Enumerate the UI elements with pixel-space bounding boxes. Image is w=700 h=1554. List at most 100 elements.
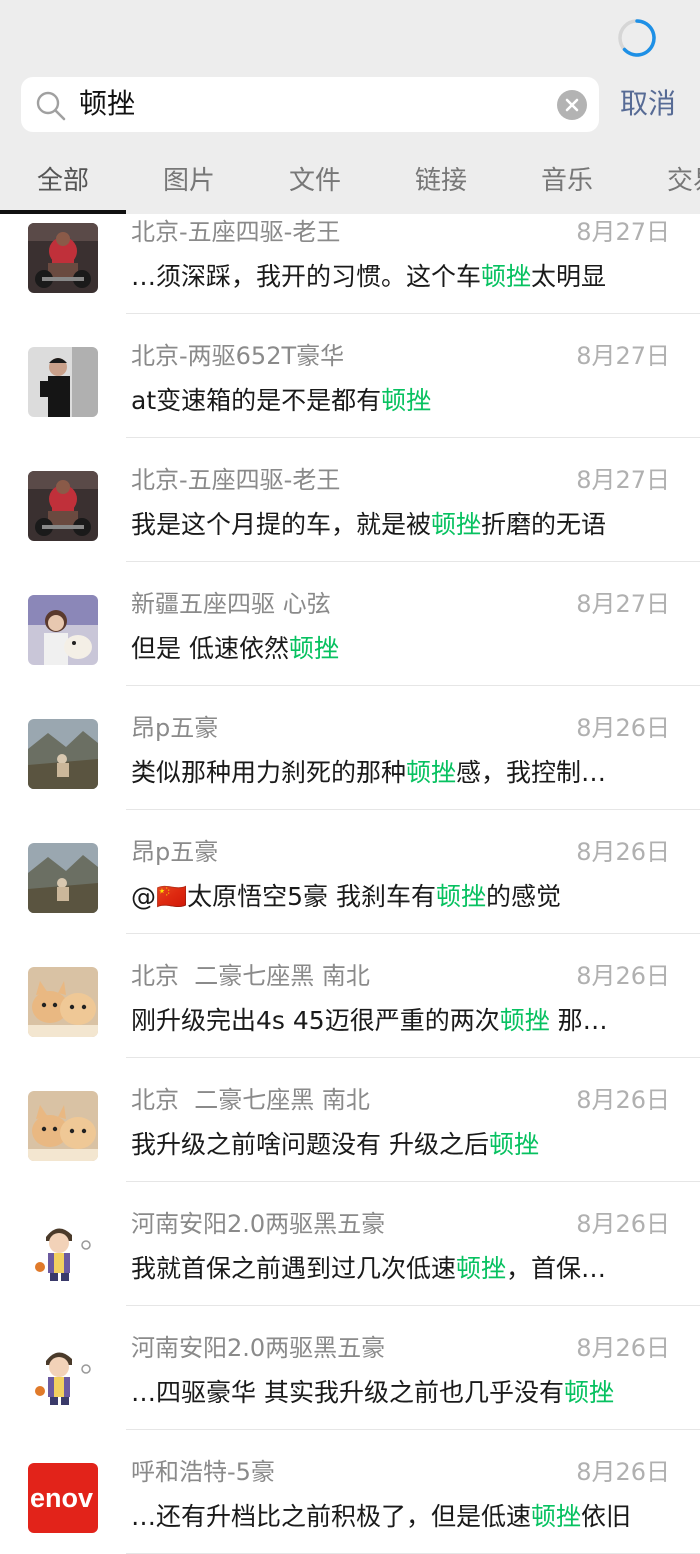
snippet-text: 依旧: [581, 1502, 632, 1531]
snippet-text: …还有升档比之前积极了，但是低速: [131, 1502, 532, 1531]
avatar: [28, 1215, 98, 1285]
message-date: 8月26日: [576, 1334, 670, 1362]
sender-name: 昂p五豪: [131, 838, 219, 866]
sender-name: 呼和浩特-5豪: [131, 1458, 275, 1486]
tab-images[interactable]: 图片: [126, 160, 252, 202]
avatar: [28, 471, 98, 541]
search-result-item[interactable]: 昂p五豪 8月26日 @🇨🇳太原悟空5豪 我刹车有顿挫的感觉: [0, 810, 700, 934]
search-result-item[interactable]: 北京 二豪七座黑 南北 8月26日刚升级完出4s 45迈很严重的两次顿挫 那…: [0, 934, 700, 1058]
tab-files[interactable]: 文件: [252, 160, 378, 202]
message-date: 8月27日: [576, 590, 670, 618]
highlighted-keyword: 顿挫: [288, 634, 339, 663]
snippet-text: at变速箱的是不是都有: [131, 386, 382, 415]
loading-spinner-icon: [618, 19, 656, 57]
avatar-logo-text: enov: [30, 1483, 94, 1513]
snippet-text: @🇨🇳太原悟空5豪 我刹车有: [131, 882, 436, 911]
snippet-text: 感，我控制…: [456, 758, 607, 787]
snippet-text: 类似那种用力刹死的那种: [131, 758, 407, 787]
message-date: 8月26日: [576, 962, 670, 990]
highlighted-keyword: 顿挫: [481, 262, 532, 291]
snippet-text: 那…: [549, 1006, 608, 1035]
sender-name: 北京-五座四驱-老王: [131, 466, 341, 494]
message-snippet: …四驱豪华 其实我升级之前也几乎没有顿挫: [131, 1376, 614, 1410]
avatar: [28, 967, 98, 1037]
message-snippet: 我就首保之前遇到过几次低速顿挫，首保…: [131, 1252, 606, 1286]
message-date: 8月26日: [576, 1458, 670, 1486]
snippet-text: 刚升级完出4s 45迈很严重的两次: [131, 1006, 500, 1035]
tab-music[interactable]: 音乐: [504, 160, 630, 202]
message-date: 8月26日: [576, 714, 670, 742]
sender-name: 新疆五座四驱 心弦: [131, 590, 331, 618]
avatar: [28, 347, 98, 417]
tab-transactions[interactable]: 交易: [630, 160, 700, 202]
search-icon: [36, 91, 66, 121]
snippet-text: …须深踩，我开的习惯。这个车: [131, 262, 482, 291]
search-result-item[interactable]: 新疆五座四驱 心弦 8月27日但是 低速依然顿挫: [0, 562, 700, 686]
tab-all[interactable]: 全部: [0, 160, 126, 202]
message-snippet: 我升级之前啥问题没有 升级之后顿挫: [131, 1128, 539, 1162]
sender-name: 昂p五豪: [131, 714, 219, 742]
message-date: 8月27日: [576, 466, 670, 494]
avatar: [28, 1339, 98, 1409]
search-result-item[interactable]: 河南安阳2.0两驱黑五豪 8月26日 …四驱豪华 其实我升级之前也几乎没有顿挫: [0, 1306, 700, 1430]
snippet-text: ，首保…: [506, 1254, 607, 1283]
snippet-text: 我升级之前啥问题没有 升级之后: [131, 1130, 489, 1159]
message-snippet: …还有升档比之前积极了，但是低速顿挫依旧: [131, 1500, 631, 1534]
avatar: [28, 223, 98, 293]
highlighted-keyword: 顿挫: [456, 1254, 507, 1283]
message-date: 8月26日: [576, 838, 670, 866]
message-date: 8月26日: [576, 1210, 670, 1238]
cancel-button[interactable]: 取消: [620, 86, 676, 122]
sender-name: 北京 二豪七座黑 南北: [131, 1086, 370, 1114]
search-input[interactable]: 顿挫: [21, 77, 599, 132]
message-date: 8月26日: [576, 1086, 670, 1114]
sender-name: 河南安阳2.0两驱黑五豪: [131, 1334, 386, 1362]
highlighted-keyword: 顿挫: [406, 758, 457, 787]
sender-name: 北京-五座四驱-老王: [131, 218, 341, 246]
highlighted-keyword: 顿挫: [431, 510, 482, 539]
message-date: 8月27日: [576, 218, 670, 246]
search-result-item[interactable]: enov 呼和浩特-5豪 8月26日 …还有升档比之前积极了，但是低速顿挫依旧: [0, 1430, 700, 1554]
highlighted-keyword: 顿挫: [531, 1502, 582, 1531]
snippet-text: 我就首保之前遇到过几次低速: [131, 1254, 457, 1283]
sender-name: 河南安阳2.0两驱黑五豪: [131, 1210, 386, 1238]
message-snippet: …须深踩，我开的习惯。这个车顿挫太明显: [131, 260, 606, 294]
snippet-text: 折磨的无语: [481, 510, 607, 539]
snippet-text: 但是 低速依然: [131, 634, 289, 663]
clear-search-button[interactable]: [557, 90, 587, 120]
sender-name: 北京 二豪七座黑 南北: [131, 962, 370, 990]
message-snippet: 我是这个月提的车，就是被顿挫折磨的无语: [131, 508, 606, 542]
snippet-text: …四驱豪华 其实我升级之前也几乎没有: [131, 1378, 564, 1407]
message-snippet: at变速箱的是不是都有顿挫: [131, 384, 431, 418]
highlighted-keyword: 顿挫: [381, 386, 432, 415]
search-query-text[interactable]: 顿挫: [79, 87, 135, 121]
search-header: 顿挫 取消 全部 图片 文件 链接 音乐 交易: [0, 0, 700, 214]
close-icon: [565, 98, 579, 112]
highlighted-keyword: 顿挫: [563, 1378, 614, 1407]
search-result-item[interactable]: 河南安阳2.0两驱黑五豪 8月26日我就首保之前遇到过几次低速顿挫，首保…: [0, 1182, 700, 1306]
highlighted-keyword: 顿挫: [435, 882, 486, 911]
message-snippet: 类似那种用力刹死的那种顿挫感，我控制…: [131, 756, 606, 790]
message-date: 8月27日: [576, 342, 670, 370]
search-result-item[interactable]: 北京-五座四驱-老王 8月27日我是这个月提的车，就是被顿挫折磨的无语: [0, 438, 700, 562]
message-snippet: 但是 低速依然顿挫: [131, 632, 339, 666]
highlighted-keyword: 顿挫: [499, 1006, 550, 1035]
sender-name: 北京-两驱652T豪华: [131, 342, 345, 370]
highlighted-keyword: 顿挫: [488, 1130, 539, 1159]
avatar: [28, 1091, 98, 1161]
search-result-item[interactable]: 北京-两驱652T豪华 8月27日 at变速箱的是不是都有顿挫: [0, 314, 700, 438]
avatar: enov: [28, 1463, 98, 1533]
avatar: [28, 719, 98, 789]
tab-links[interactable]: 链接: [378, 160, 504, 202]
avatar: [28, 843, 98, 913]
snippet-text: 我是这个月提的车，就是被: [131, 510, 432, 539]
message-snippet: 刚升级完出4s 45迈很严重的两次顿挫 那…: [131, 1004, 608, 1038]
snippet-text: 的感觉: [486, 882, 562, 911]
snippet-text: 太明显: [531, 262, 607, 291]
avatar: [28, 595, 98, 665]
message-snippet: @🇨🇳太原悟空5豪 我刹车有顿挫的感觉: [131, 880, 561, 914]
filter-tabs: 全部 图片 文件 链接 音乐 交易: [0, 160, 700, 214]
active-tab-indicator: [0, 210, 126, 214]
search-result-item[interactable]: 北京 二豪七座黑 南北 8月26日我升级之前啥问题没有 升级之后顿挫: [0, 1058, 700, 1182]
search-result-item[interactable]: 昂p五豪 8月26日类似那种用力刹死的那种顿挫感，我控制…: [0, 686, 700, 810]
